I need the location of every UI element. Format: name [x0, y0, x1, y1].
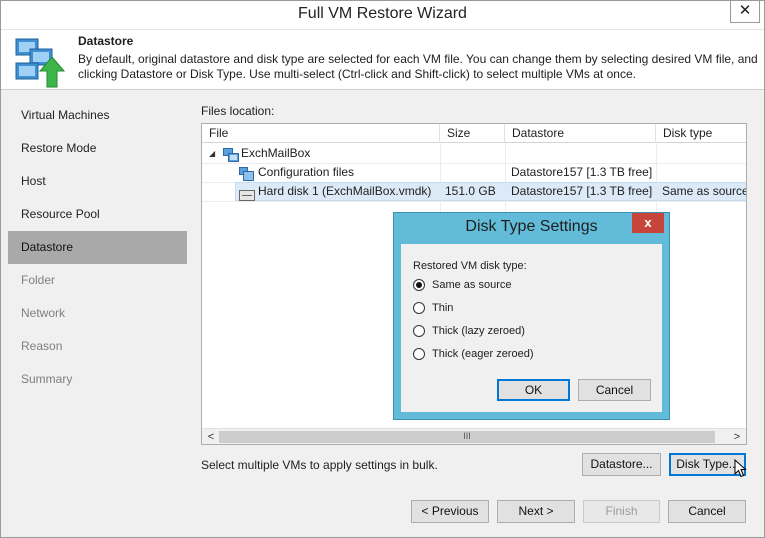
nav-item-restore-mode[interactable]: Restore Mode — [8, 132, 187, 165]
file-name: ExchMailBox — [241, 146, 311, 160]
disk-type-label: Restored VM disk type: — [413, 260, 527, 272]
radio-unchecked-icon — [413, 302, 425, 314]
nav-item-reason: Reason — [21, 339, 63, 353]
column-header-datastore[interactable]: Datastore — [505, 124, 656, 143]
scroll-right-button[interactable]: > — [729, 430, 745, 444]
column-header-size[interactable]: Size — [440, 124, 505, 143]
radio-unchecked-icon — [413, 348, 425, 360]
dialog-close-button[interactable]: x — [632, 213, 664, 233]
step-title: Datastore — [78, 34, 134, 48]
window-title: Full VM Restore Wizard — [298, 5, 467, 22]
previous-button[interactable]: < Previous — [411, 500, 489, 523]
nav-item-folder: Folder — [21, 273, 56, 287]
wizard-steps-nav: Virtual Machines Restore Mode Host Resou… — [8, 99, 187, 396]
files-location-label: Files location: — [201, 104, 275, 118]
size-value: 151.0 GB — [445, 184, 496, 198]
mouse-cursor-icon — [734, 459, 747, 478]
dialog-body: Restored VM disk type: Same as source Th… — [401, 244, 662, 412]
scroll-thumb[interactable]: III — [219, 431, 715, 443]
radio-label: Thin — [432, 302, 454, 314]
radio-unchecked-icon — [413, 325, 425, 337]
nav-item-resource-pool[interactable]: Resource Pool — [8, 198, 187, 231]
disk-type-value: Same as source — [662, 184, 747, 198]
restore-icon — [15, 38, 66, 88]
datastore-button[interactable]: Datastore... — [582, 453, 661, 476]
bulk-hint: Select multiple VMs to apply settings in… — [201, 458, 438, 472]
table-row[interactable]: Configuration files Datastore157 [1.3 TB… — [202, 163, 746, 182]
hard-disk-icon — [239, 190, 255, 201]
radio-checked-icon — [413, 279, 425, 291]
table-row[interactable]: ◢ ExchMailBox — [202, 144, 746, 163]
scroll-left-button[interactable]: < — [203, 430, 219, 444]
nav-item-datastore[interactable]: Datastore — [8, 231, 187, 264]
collapse-icon[interactable]: ◢ — [209, 144, 215, 163]
column-header-file[interactable]: File — [202, 124, 440, 143]
next-button[interactable]: Next > — [497, 500, 575, 523]
nav-item-virtual-machines[interactable]: Virtual Machines — [8, 99, 187, 132]
file-name: Configuration files — [258, 165, 355, 179]
datastore-value: Datastore157 [1.3 TB free] — [511, 184, 653, 198]
nav-item-host[interactable]: Host — [8, 165, 187, 198]
dialog-title: Disk Type Settings — [465, 218, 598, 235]
wizard-window: Full VM Restore Wizard ✕ Datastore By de… — [0, 0, 765, 538]
radio-label: Same as source — [432, 279, 512, 291]
radio-label: Thick (lazy zeroed) — [432, 325, 525, 337]
radio-label: Thick (eager zeroed) — [432, 348, 534, 360]
finish-button: Finish — [583, 500, 660, 523]
step-description: By default, original datastore and disk … — [78, 52, 758, 81]
table-row-selected[interactable]: Hard disk 1 (ExchMailBox.vmdk) 151.0 GB … — [202, 182, 746, 201]
cancel-button[interactable]: Cancel — [668, 500, 746, 523]
column-header-disk-type[interactable]: Disk type — [656, 124, 746, 143]
datastore-value: Datastore157 [1.3 TB free] — [511, 165, 653, 179]
nav-item-summary: Summary — [21, 372, 73, 386]
dialog-cancel-button[interactable]: Cancel — [578, 379, 651, 401]
title-bar: Full VM Restore Wizard ✕ — [1, 1, 764, 30]
dialog-ok-button[interactable]: OK — [497, 379, 570, 401]
file-name: Hard disk 1 (ExchMailBox.vmdk) — [258, 184, 432, 198]
grid-header: File Size Datastore Disk type — [202, 124, 746, 143]
nav-item-network: Network — [21, 306, 66, 320]
disk-type-dialog: Disk Type Settings x Restored VM disk ty… — [393, 212, 670, 420]
row-separator — [202, 201, 746, 202]
horizontal-scrollbar[interactable]: < III > — [202, 428, 746, 444]
window-close-button[interactable]: ✕ — [730, 1, 760, 23]
step-header: Datastore By default, original datastore… — [1, 30, 764, 90]
